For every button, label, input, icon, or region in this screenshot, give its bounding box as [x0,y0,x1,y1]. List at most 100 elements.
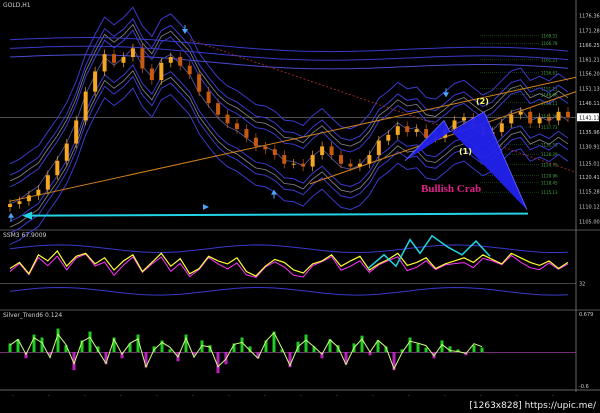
hist-bar [408,337,412,353]
fib-level-label: 1118.45 [541,181,558,186]
time-tick-label: · [372,393,374,400]
candle-body [64,143,69,161]
candle-body [405,126,410,132]
hist-bar [416,343,420,353]
candle-body [263,146,268,150]
candle-body [149,68,154,81]
time-tick-label: · [444,393,446,400]
candle-body [499,123,504,132]
candle-body [282,155,287,164]
hist-bar [88,331,92,353]
candle-body [301,163,306,167]
price-tick-label: 1156.20 [579,72,600,78]
price-tick-label: 1130.91 [579,145,600,151]
candle-body [159,62,164,81]
osc-level-label: 32 [579,282,585,288]
support-arrow-icon [22,211,32,220]
price-tick-label: 1171.28 [579,28,600,34]
candle-body [310,155,315,167]
candle-body [112,54,117,63]
time-tick-label: · [480,393,482,400]
time-tick-label: · [228,393,230,400]
candle-body [168,57,173,63]
bullish-crab-label: Bullish Crab [421,183,482,195]
price-tick-label: 1115.28 [579,190,600,196]
time-tick-label: · [156,393,158,400]
hist-bar [424,347,428,353]
fib-level-label: 1120.96 [541,173,558,178]
hist-bar [216,352,220,374]
symbol-label: GOLD,H1 [3,2,31,9]
price-tick-label: 1135.96 [579,130,600,136]
hist-bar [360,335,364,353]
hist-bar [304,334,308,353]
time-tick-label: · [552,393,554,400]
candle-body [509,114,514,124]
time-tick-label: · [408,393,410,400]
candle-body [206,91,211,104]
candle-body [17,201,22,205]
candle-body [8,204,12,207]
time-tick-label: · [300,393,302,400]
time-tick-label: · [120,393,122,400]
candle-body [197,74,202,92]
fib-level-label: 1169.51 [541,33,558,38]
price-tick-label: 1161.21 [579,57,600,63]
candle-body [518,111,523,115]
time-tick-label: · [264,393,266,400]
candle-body [45,175,50,190]
osc-band-upper [9,244,569,254]
candle-body [244,129,249,138]
candle-body [414,129,419,132]
candle-body [121,57,126,63]
support-line [29,212,529,217]
hist-bar [472,345,476,353]
candle-body [140,48,145,69]
price-tick-label: 1125.01 [579,162,600,168]
fib-level-label: 1156.61 [541,71,558,76]
candle-body [291,163,296,165]
price-tick-label: 1105.00 [579,219,600,225]
candle-body [55,160,60,176]
candle-body [272,149,277,156]
buy-arrow-icon [8,212,14,218]
time-tick-label: · [336,393,338,400]
osc-band-lower [9,286,569,296]
candle-body [74,120,79,144]
candle-body [93,71,98,92]
candle-body [348,163,353,167]
ma-long-3 [9,54,569,70]
candle-body [566,111,570,118]
candle-body [178,57,183,66]
hist-bar [240,337,244,353]
right-arrow-icon [203,204,209,210]
price-tick-label: 1166.25 [579,43,600,49]
candle-body [225,114,230,124]
candle-body [367,155,372,164]
candle-body [537,117,542,124]
candle-body [395,126,400,135]
price-tick-label: 1146.11 [579,101,600,107]
candle-body [528,111,533,124]
fib-level-label: 1137.73 [541,125,558,130]
candle-body [36,189,41,196]
time-tick-label: · [192,393,194,400]
candle-body [234,123,239,130]
crab-triangle-left [405,120,450,161]
candle-body [376,140,381,156]
candle-body [26,195,31,202]
candle-body [253,137,258,147]
candle-body [130,48,135,58]
candle-body [329,146,334,156]
candle-body [339,155,344,164]
fib-level-label: 1115.13 [541,190,558,195]
pattern-point-2-label: (2) [476,97,489,106]
time-tick-label: · [12,393,14,400]
candle-body [452,120,457,130]
price-tick-label: 1151.13 [579,86,600,92]
indicator2-label: Silver_Trend6 0.124 [3,312,63,319]
image-watermark: [1263x828] https://upic.me/ [469,401,596,411]
candle-body [102,54,107,72]
candle-body [461,117,466,121]
candle-body [556,111,561,121]
